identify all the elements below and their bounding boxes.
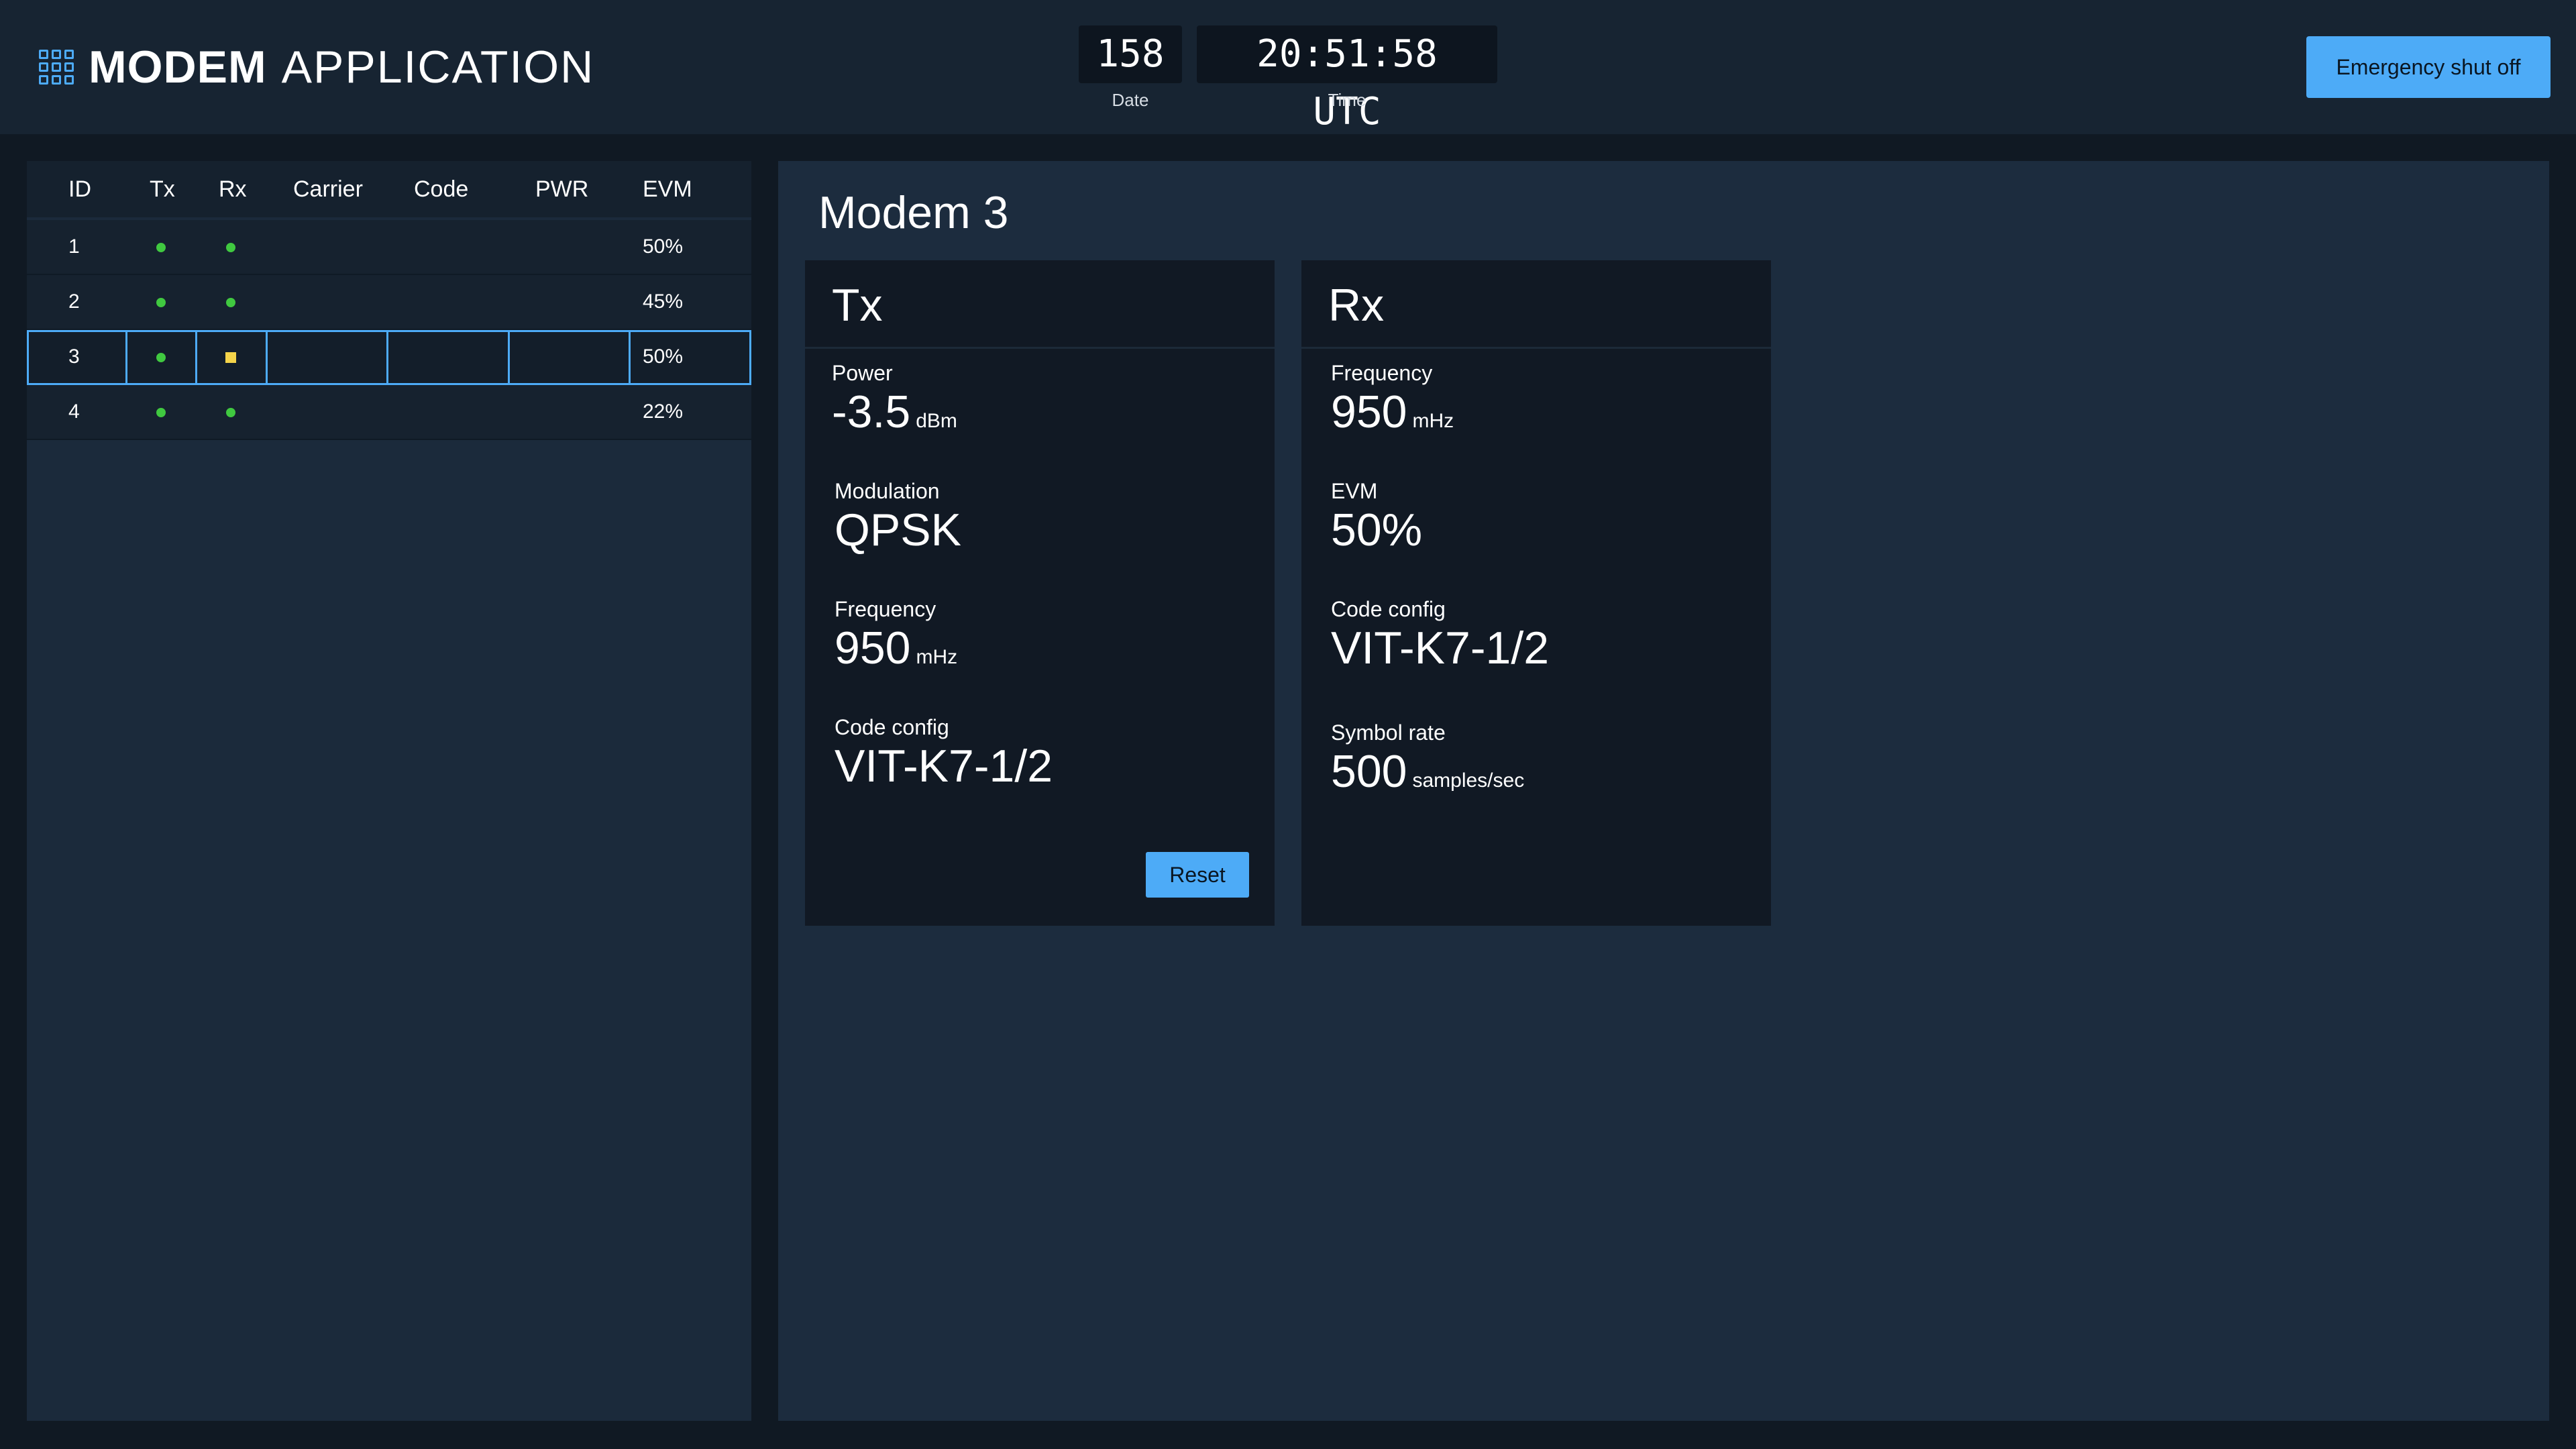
tx-status-ok bbox=[156, 353, 166, 362]
rx-symbol-rate-number: 500 bbox=[1331, 746, 1407, 797]
tx-frequency-label: Frequency bbox=[835, 597, 936, 621]
column-header-rx[interactable]: Rx bbox=[219, 161, 247, 217]
rx-evm-value: 50% bbox=[1331, 504, 1423, 555]
cell-divider bbox=[508, 330, 510, 384]
rx-symbol-rate-label: Symbol rate bbox=[1331, 720, 1446, 745]
rx-status-ok bbox=[226, 243, 235, 252]
rx-card-header: Rx bbox=[1301, 260, 1771, 349]
rx-evm-label: EVM bbox=[1331, 479, 1378, 503]
cell-divider bbox=[266, 330, 268, 384]
table-row[interactable]: 1 50% bbox=[27, 220, 751, 275]
app-title-light: APPLICATION bbox=[281, 42, 595, 93]
tx-modulation-label: Modulation bbox=[835, 479, 940, 503]
rx-frequency-value: 950 mHz bbox=[1331, 386, 1454, 447]
emergency-shut-off-button[interactable]: Emergency shut off bbox=[2306, 36, 2551, 98]
modem-detail-panel: Modem 3 Tx Power -3.5 dBm Modulation QPSK… bbox=[778, 161, 2549, 1421]
modem-table: ID Tx Rx Carrier Code PWR EVM 1 50% 2 45… bbox=[27, 161, 751, 1421]
tx-code-config-value: VIT-K7-1/2 bbox=[835, 741, 1053, 792]
rx-frequency-label: Frequency bbox=[1331, 361, 1433, 385]
rx-code-config-label: Code config bbox=[1331, 597, 1446, 621]
rx-frequency-number: 950 bbox=[1331, 386, 1407, 437]
rx-evm-field: EVM 50% bbox=[1331, 478, 1422, 555]
tx-status-ok bbox=[156, 243, 166, 252]
row-id: 4 bbox=[68, 400, 80, 423]
rx-status-ok bbox=[226, 298, 235, 307]
time-label: Time bbox=[1328, 90, 1366, 110]
tx-frequency-unit: mHz bbox=[916, 646, 958, 668]
app-title: MODEM APPLICATION bbox=[39, 32, 594, 102]
tx-card-header: Tx bbox=[805, 260, 1275, 349]
table-row[interactable]: 4 22% bbox=[27, 385, 751, 440]
rx-card: Rx Frequency 950 mHz EVM 50% Code config … bbox=[1301, 260, 1771, 926]
date-value: 158 bbox=[1079, 25, 1182, 83]
tx-frequency-field: Frequency 950 mHz bbox=[835, 596, 957, 683]
row-id: 3 bbox=[68, 345, 80, 368]
column-header-pwr[interactable]: PWR bbox=[535, 161, 588, 217]
tx-card-title: Tx bbox=[832, 280, 883, 331]
date-display: 158 Date bbox=[1079, 25, 1182, 111]
tx-power-label: Power bbox=[832, 361, 893, 385]
rx-symbol-rate-value: 500 samples/sec bbox=[1331, 746, 1524, 806]
row-evm: 50% bbox=[643, 345, 684, 368]
table-row-selected[interactable]: 3 50% bbox=[27, 330, 751, 385]
rx-code-config-field: Code config VIT-K7-1/2 bbox=[1331, 596, 1549, 674]
tx-power-number: -3.5 bbox=[832, 386, 911, 437]
cell-divider bbox=[386, 330, 388, 384]
row-evm: 45% bbox=[643, 290, 684, 313]
tx-modulation-value: QPSK bbox=[835, 504, 961, 555]
cell-divider bbox=[125, 330, 127, 384]
row-evm: 22% bbox=[643, 400, 684, 423]
cell-divider bbox=[195, 330, 197, 384]
tx-power-field: Power -3.5 dBm bbox=[832, 360, 957, 447]
row-evm: 50% bbox=[643, 235, 684, 258]
rx-card-title: Rx bbox=[1328, 280, 1385, 331]
app-header: MODEM APPLICATION 158 Date 20:51:58 UTC … bbox=[0, 0, 2576, 134]
column-header-id[interactable]: ID bbox=[68, 161, 91, 217]
rx-symbol-rate-unit: samples/sec bbox=[1412, 769, 1525, 792]
tx-code-config-label: Code config bbox=[835, 715, 949, 739]
tx-frequency-number: 950 bbox=[835, 623, 911, 674]
table-header: ID Tx Rx Carrier Code PWR EVM bbox=[27, 161, 751, 217]
row-id: 1 bbox=[68, 235, 80, 258]
modem-title: Modem 3 bbox=[818, 187, 1009, 238]
rx-frequency-field: Frequency 950 mHz bbox=[1331, 360, 1454, 447]
tx-status-ok bbox=[156, 298, 166, 307]
tx-modulation-field: Modulation QPSK bbox=[835, 478, 961, 555]
rx-status-ok bbox=[226, 408, 235, 417]
time-value: 20:51:58 UTC bbox=[1197, 25, 1497, 133]
rx-symbol-rate-field: Symbol rate 500 samples/sec bbox=[1331, 719, 1524, 806]
tx-status-ok bbox=[156, 408, 166, 417]
time-display: 20:51:58 UTC Time bbox=[1197, 25, 1497, 133]
row-id: 2 bbox=[68, 290, 80, 313]
column-header-code[interactable]: Code bbox=[414, 161, 468, 217]
tx-power-unit: dBm bbox=[916, 410, 957, 432]
app-title-bold: MODEM bbox=[89, 42, 267, 93]
tx-power-value: -3.5 dBm bbox=[832, 386, 957, 447]
column-header-tx[interactable]: Tx bbox=[150, 161, 175, 217]
tx-code-config-field: Code config VIT-K7-1/2 bbox=[835, 714, 1053, 792]
column-header-evm[interactable]: EVM bbox=[643, 161, 692, 217]
reset-button[interactable]: Reset bbox=[1146, 852, 1249, 898]
table-row[interactable]: 2 45% bbox=[27, 275, 751, 330]
grid-icon bbox=[39, 50, 74, 85]
cell-divider bbox=[629, 330, 631, 384]
rx-status-warning bbox=[225, 352, 236, 363]
rx-code-config-value: VIT-K7-1/2 bbox=[1331, 623, 1550, 674]
tx-frequency-value: 950 mHz bbox=[835, 623, 957, 683]
tx-card: Tx Power -3.5 dBm Modulation QPSK Frequen… bbox=[805, 260, 1275, 926]
rx-frequency-unit: mHz bbox=[1412, 410, 1454, 432]
column-header-carrier[interactable]: Carrier bbox=[293, 161, 363, 217]
date-label: Date bbox=[1112, 90, 1149, 110]
